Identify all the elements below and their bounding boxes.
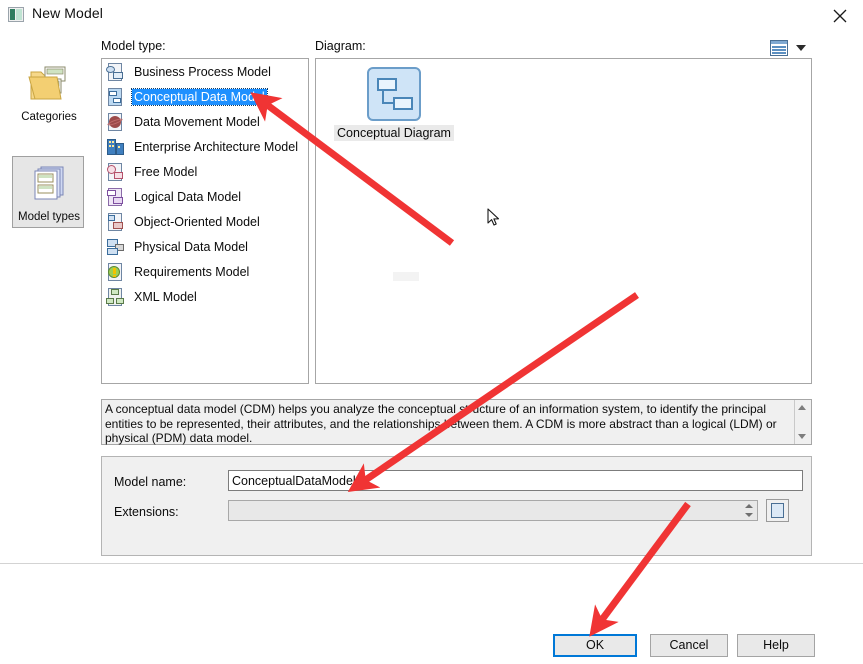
enterprise-architecture-model-icon bbox=[106, 137, 126, 157]
conceptual-data-model-icon bbox=[106, 87, 126, 107]
list-item[interactable]: Physical Data Model bbox=[102, 234, 308, 259]
description-box: A conceptual data model (CDM) helps you … bbox=[101, 399, 812, 445]
diagram-label: Diagram: bbox=[315, 39, 366, 53]
list-item-label: XML Model bbox=[134, 289, 197, 304]
scroll-up-arrow-icon[interactable] bbox=[798, 405, 806, 410]
help-button[interactable]: Help bbox=[737, 634, 815, 657]
chevron-down-icon[interactable] bbox=[796, 45, 806, 51]
business-process-model-icon bbox=[106, 62, 126, 82]
description-text: A conceptual data model (CDM) helps you … bbox=[105, 402, 777, 445]
list-item-label: Enterprise Architecture Model bbox=[134, 139, 298, 154]
extensions-label: Extensions: bbox=[114, 505, 179, 519]
list-item[interactable]: Logical Data Model bbox=[102, 184, 308, 209]
diagram-panel[interactable]: Conceptual Diagram bbox=[315, 58, 812, 384]
list-item[interactable]: Free Model bbox=[102, 159, 308, 184]
title-bar: New Model bbox=[0, 0, 863, 30]
list-item-label: Logical Data Model bbox=[134, 189, 242, 204]
cancel-button[interactable]: Cancel bbox=[650, 634, 728, 657]
render-artifact bbox=[393, 272, 419, 281]
list-item[interactable]: Data Movement Model bbox=[102, 109, 308, 134]
physical-data-model-icon bbox=[106, 237, 126, 257]
list-item[interactable]: Business Process Model bbox=[102, 59, 308, 84]
model-name-label: Model name: bbox=[114, 475, 187, 489]
rail-item-model-types[interactable]: Model types bbox=[12, 156, 84, 228]
model-name-group: Model name: Extensions: bbox=[101, 456, 812, 556]
list-view-icon[interactable] bbox=[770, 40, 788, 56]
mouse-pointer-icon bbox=[487, 208, 500, 230]
spinner-icon[interactable] bbox=[742, 500, 758, 521]
data-movement-model-icon bbox=[106, 112, 126, 132]
model-type-label: Model type: bbox=[101, 39, 166, 53]
list-item-label: Business Process Model bbox=[134, 64, 271, 79]
conceptual-diagram-thumbnail bbox=[367, 67, 421, 121]
footer-separator bbox=[0, 563, 863, 564]
list-item-label: Data Movement Model bbox=[134, 114, 260, 129]
model-type-list[interactable]: Business Process Model Conceptual Data M… bbox=[101, 58, 309, 384]
list-item[interactable]: Object-Oriented Model bbox=[102, 209, 308, 234]
description-scrollbar[interactable] bbox=[794, 400, 811, 444]
list-item-label: Object-Oriented Model bbox=[134, 214, 260, 229]
rail-item-categories-label: Categories bbox=[21, 111, 77, 123]
xml-model-icon bbox=[106, 287, 126, 307]
browse-extensions-icon[interactable] bbox=[766, 499, 789, 522]
extensions-input[interactable] bbox=[228, 500, 758, 521]
free-model-icon bbox=[106, 162, 126, 182]
view-mode-toggle[interactable] bbox=[770, 40, 812, 58]
list-item[interactable]: XML Model bbox=[102, 284, 308, 309]
diagram-item[interactable]: Conceptual Diagram bbox=[334, 67, 454, 141]
list-item[interactable]: Conceptual Data Model bbox=[102, 84, 308, 109]
left-rail: Categories Model types bbox=[0, 36, 96, 636]
window-title: New Model bbox=[32, 5, 103, 21]
requirements-model-icon bbox=[106, 262, 126, 282]
model-name-input[interactable] bbox=[228, 470, 803, 491]
list-item-label: Conceptual Data Model bbox=[131, 87, 268, 106]
diagram-item-label: Conceptual Diagram bbox=[334, 125, 454, 141]
object-oriented-model-icon bbox=[106, 212, 126, 232]
rail-item-categories[interactable]: Categories bbox=[12, 56, 84, 128]
list-item[interactable]: Enterprise Architecture Model bbox=[102, 134, 308, 159]
logical-data-model-icon bbox=[106, 187, 126, 207]
scroll-down-arrow-icon[interactable] bbox=[798, 434, 806, 439]
app-window-icon bbox=[8, 7, 24, 22]
rail-item-model-types-label: Model types bbox=[17, 211, 80, 223]
list-item-label: Physical Data Model bbox=[134, 239, 248, 254]
folder-categories-icon bbox=[27, 63, 71, 105]
list-item-label: Free Model bbox=[134, 164, 198, 179]
ok-button[interactable]: OK bbox=[553, 634, 637, 657]
list-item-label: Requirements Model bbox=[134, 264, 250, 279]
close-icon[interactable] bbox=[817, 0, 863, 30]
stacked-models-icon bbox=[27, 163, 71, 205]
list-item[interactable]: Requirements Model bbox=[102, 259, 308, 284]
